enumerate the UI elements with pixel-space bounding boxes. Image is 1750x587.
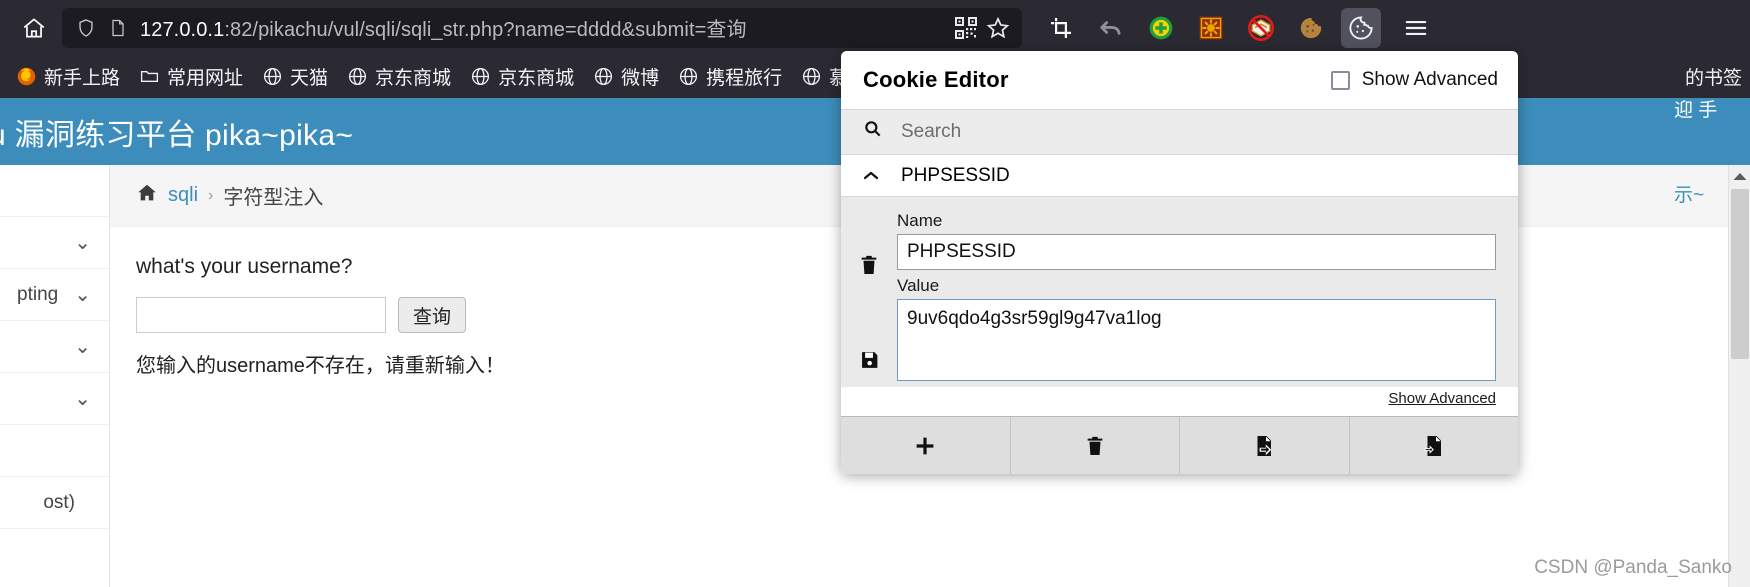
hamburger-menu-icon[interactable] [1396,8,1436,48]
page-info-icon[interactable] [102,12,134,44]
cookie-list-row[interactable]: PHPSESSID [841,155,1518,197]
folder-icon [138,66,160,88]
bookmark-item[interactable]: 天猫 [252,59,337,94]
sidebar-item-4[interactable]: ⌄ [0,373,109,425]
home-icon[interactable] [12,8,56,48]
cookie-value-input[interactable]: 9uv6qdo4g3sr59gl9g47va1log [897,299,1496,381]
green-plus-extension-icon[interactable] [1141,8,1181,48]
search-icon [863,119,883,145]
show-advanced-checkbox[interactable] [1330,70,1350,90]
scroll-up-arrow-icon[interactable] [1729,165,1750,189]
cookie-editor-title: Cookie Editor [863,67,1009,92]
sidebar-item-label: ost) [43,491,75,513]
undo-arrow-icon[interactable] [1091,8,1131,48]
bookmark-item[interactable]: 微博 [583,59,668,94]
qrcode-icon[interactable] [950,12,982,44]
bookmark-item[interactable]: 新手上路 [6,59,129,94]
bookmark-label: 微博 [621,68,660,89]
cookie-detail-form: Name Value 9uv6qdo4g3sr59gl9g47va1log Sh… [841,197,1518,407]
cookie-fields: Name Value 9uv6qdo4g3sr59gl9g47va1log Sh… [897,211,1518,407]
globe-icon [677,66,699,88]
sidebar-item-6[interactable]: ost) [0,477,109,529]
bookmark-item[interactable]: 京东商城 [460,59,583,94]
url-host: 127.0.0.1 [140,19,225,41]
cookie-value-field-label: Value [897,276,940,295]
globe-icon [469,66,491,88]
globe-icon [800,66,822,88]
shield-icon[interactable] [70,12,102,44]
username-input[interactable] [136,297,386,333]
firefox-icon [15,66,37,88]
home-icon[interactable] [136,182,158,210]
show-advanced-link[interactable]: Show Advanced [897,390,1496,407]
bookmark-label: 新手上路 [44,68,121,89]
breadcrumb-separator: › [208,186,214,204]
chevron-down-icon: ⌄ [74,388,91,410]
orange-sun-extension-icon[interactable] [1191,8,1231,48]
chevron-down-icon: ⌄ [74,336,91,358]
noscript-blocked-icon[interactable] [1241,8,1281,48]
globe-icon [261,66,283,88]
cookie-editor-header: Cookie Editor Show Advanced [841,51,1518,109]
cookie-editor-footer [841,416,1518,474]
bookmarks-overflow-label[interactable]: 的书签 [1685,55,1742,98]
cookie-name-input[interactable] [897,234,1496,270]
bookmark-item[interactable]: 常用网址 [129,59,252,94]
add-cookie-button[interactable] [841,417,1011,474]
extension-toolbar [1036,7,1441,48]
cookie-name-label: PHPSESSID [901,164,1010,186]
breadcrumb-link-sqli[interactable]: sqli [168,184,198,207]
delete-all-cookies-button[interactable] [1011,417,1180,474]
cookie-search-bar[interactable]: Search [841,109,1518,155]
cookie-editor-panel: Cookie Editor Show Advanced Search PHPSE… [841,51,1518,474]
sidebar-item-2[interactable]: pting ⌄ [0,269,109,321]
bookmark-item[interactable]: 京东商城 [337,59,460,94]
bookmark-label: 携程旅行 [706,68,783,89]
bookmark-label: 京东商城 [375,68,452,89]
page-title: hu 漏洞练习平台 pika~pika~ [0,118,354,152]
cookie-name-field-label: Name [897,211,943,230]
bookmark-item[interactable]: 携程旅行 [668,59,791,94]
export-cookies-button[interactable] [1350,417,1519,474]
url-bar[interactable]: 127.0.0.1:82/pikachu/vul/sqli/sqli_str.p… [62,7,1022,48]
chevron-down-icon: ⌄ [74,284,91,306]
cookie-search-placeholder: Search [901,121,962,142]
url-path: :82/pikachu/vul/sqli/sqli_str.php?name=d… [224,19,747,41]
bookmark-label: 常用网址 [167,68,244,89]
scrollbar-thumb[interactable] [1731,189,1749,359]
sidebar-item-5[interactable] [0,425,109,477]
import-cookies-button[interactable] [1180,417,1350,474]
bookmark-star-icon[interactable] [982,12,1014,44]
show-advanced-toggle[interactable]: Show Advanced [1330,69,1498,91]
cookie-crumb-icon[interactable] [1291,8,1331,48]
cookie-side-actions [841,211,897,387]
sidebar-item-label: pting [17,283,59,305]
browser-window: 127.0.0.1:82/pikachu/vul/sqli/sqli_str.p… [0,0,1750,587]
navigation-toolbar: 127.0.0.1:82/pikachu/vul/sqli/sqli_str.p… [0,0,1750,55]
globe-icon [346,66,368,88]
show-advanced-label: Show Advanced [1361,69,1498,90]
url-text[interactable]: 127.0.0.1:82/pikachu/vul/sqli/sqli_str.p… [134,13,950,42]
globe-icon [592,66,614,88]
breadcrumb-current: 字符型注入 [223,187,324,209]
save-cookie-icon[interactable] [859,349,880,375]
chevron-down-icon: ⌄ [74,232,91,254]
bookmark-label: 天猫 [290,68,329,89]
cookie-editor-icon[interactable] [1341,7,1381,48]
page-scrollbar[interactable] [1728,165,1750,587]
sidebar-spacer [0,165,109,217]
site-sidebar: ⌄ pting ⌄ ⌄ ⌄ ost) [0,165,110,587]
watermark: CSDN @Panda_Sanko [1534,557,1732,578]
sidebar-item-3[interactable]: ⌄ [0,321,109,373]
screenshot-crop-icon[interactable] [1041,8,1081,48]
bookmark-label: 京东商城 [498,68,575,89]
sidebar-item-1[interactable]: ⌄ [0,217,109,269]
right-strip-header-text: 迎 手 [1670,98,1750,165]
submit-button[interactable]: 查询 [398,297,467,333]
chevron-up-icon[interactable] [863,166,879,186]
delete-cookie-icon[interactable] [858,253,880,281]
